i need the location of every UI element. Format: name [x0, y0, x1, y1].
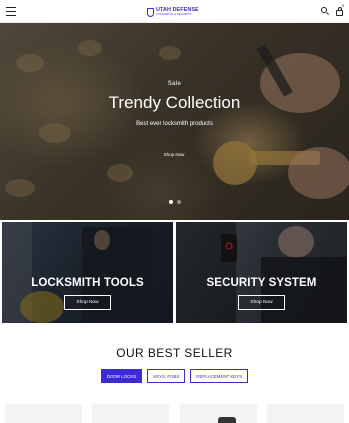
- shield-icon: [147, 7, 154, 17]
- product-card[interactable]: [5, 404, 82, 423]
- tab-replacement-keys[interactable]: REPLACEMENT KEYS: [190, 369, 249, 383]
- hero-banner: Sale Trendy Collection Best ever locksmi…: [0, 23, 349, 220]
- product-card[interactable]: [267, 404, 344, 423]
- category-title: SECURITY SYSTEM: [206, 277, 317, 289]
- tab-keys-fobs[interactable]: KEYS, FOBS: [147, 369, 186, 383]
- category-security-system[interactable]: SECURITY SYSTEM Shop Now: [176, 222, 347, 323]
- slider-dot-1[interactable]: [168, 200, 173, 204]
- product-grid: [5, 404, 345, 423]
- hero-shop-now-button[interactable]: Shop Now: [153, 148, 195, 160]
- slider-dots: [0, 200, 349, 204]
- menu-icon[interactable]: [6, 7, 16, 16]
- product-card[interactable]: [92, 404, 169, 423]
- category-locksmith-tools[interactable]: LOCKSMITH TOOLS Shop Now: [2, 222, 173, 323]
- brand-logo[interactable]: UTAH DEFENSE LOCKSMITH & SECURITY: [147, 6, 199, 18]
- slider-dot-2[interactable]: [176, 200, 181, 204]
- locksmith-tools-shop-now-button[interactable]: Shop Now: [64, 295, 111, 310]
- security-system-shop-now-button[interactable]: Shop Now: [238, 295, 285, 310]
- category-title: LOCKSMITH TOOLS: [31, 277, 144, 289]
- cart-count-badge: 0: [342, 3, 345, 8]
- brand-tagline: LOCKSMITH & SECURITY: [156, 12, 192, 17]
- cart-icon[interactable]: [335, 7, 344, 16]
- site-header: UTAH DEFENSE LOCKSMITH & SECURITY 0: [0, 0, 349, 23]
- product-card[interactable]: [180, 404, 257, 423]
- hero-kicker: Sale: [167, 81, 182, 87]
- best-seller-heading: OUR BEST SELLER: [116, 346, 233, 360]
- hero-title: Trendy Collection: [108, 93, 241, 112]
- search-icon[interactable]: [321, 7, 330, 16]
- hero-subtitle: Best ever locksmith products: [136, 121, 213, 127]
- best-seller-tabs: DOOR LOCKS KEYS, FOBS REPLACEMENT KEYS: [0, 369, 349, 383]
- tab-door-locks[interactable]: DOOR LOCKS: [100, 369, 143, 383]
- product-image: [218, 417, 236, 423]
